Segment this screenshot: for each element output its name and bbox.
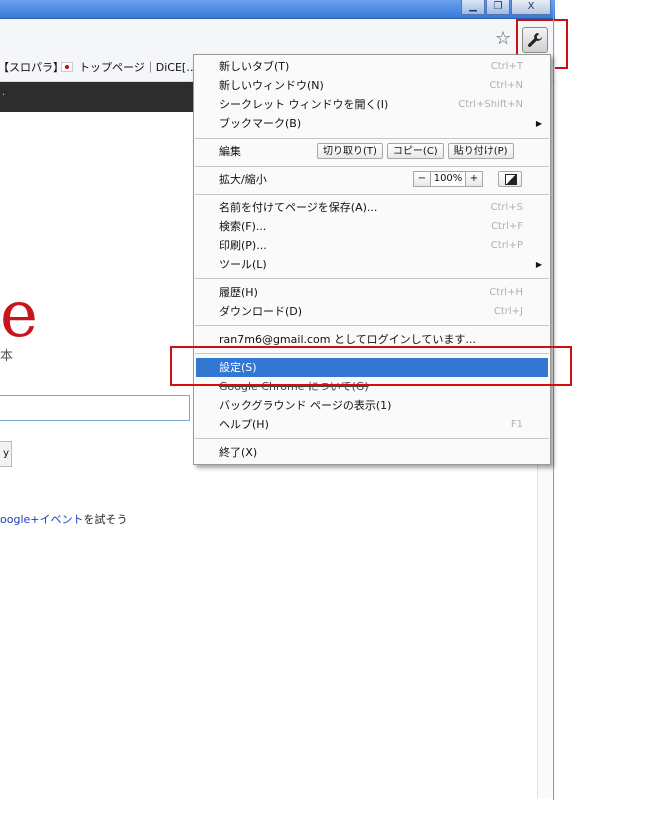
paste-button[interactable]: 貼り付け(P) [447,143,514,159]
menu-item-zoom: 拡大/縮小 − 100% + [194,169,550,191]
menu-item-print[interactable]: 印刷(P)... Ctrl+P [194,236,550,255]
menu-item-label: バックグラウンド ページの表示(1) [219,399,392,412]
menu-item-shortcut: Ctrl+H [489,287,523,298]
menu-item-save-page[interactable]: 名前を付けてページを保存(A)... Ctrl+S [194,198,550,217]
menu-separator [195,166,549,167]
menu-item-label: 新しいタブ(T) [219,60,290,73]
logo-subtitle: 本 [0,349,14,364]
menu-item-shortcut: Ctrl+N [489,80,523,91]
menu-item-background-pages[interactable]: バックグラウンド ページの表示(1) [194,396,550,415]
menu-item-shortcut: Ctrl+Shift+N [458,99,523,110]
page-header-bar: · [0,82,200,112]
menu-separator [195,194,549,195]
zoom-out-button[interactable]: − [413,171,431,187]
menu-item-new-tab[interactable]: 新しいタブ(T) Ctrl+T [194,57,550,76]
window-edge [553,0,554,800]
menu-item-label: シークレット ウィンドウを開く(I) [219,98,389,111]
menu-item-shortcut: F1 [510,419,523,430]
search-button[interactable]: y [0,441,12,467]
promo-link[interactable]: oogle+イベント [0,513,83,526]
menu-item-new-window[interactable]: 新しいウィンドウ(N) Ctrl+N [194,76,550,95]
bookmark-star-icon[interactable]: ☆ [495,28,511,49]
window-title-bar: ▁ ❐ X [0,0,555,19]
menu-item-bookmarks[interactable]: ブックマーク(B) ▶ [194,114,550,133]
menu-item-label: 検索(F)... [219,220,267,233]
close-button[interactable]: X [511,0,551,15]
menu-item-shortcut: Ctrl+P [490,240,523,251]
highlight-settings-annotation [170,346,572,386]
menu-item-label: 新しいウィンドウ(N) [219,79,324,92]
browser-toolbar: ☆ [0,19,555,58]
edit-button-group: 切り取り(T) コピー(C) 貼り付け(P) [317,143,518,159]
menu-item-label: ツール(L) [219,258,267,271]
minimize-button[interactable]: ▁ [461,0,485,15]
menu-item-label: ヘルプ(H) [219,418,269,431]
menu-item-label: ダウンロード(D) [219,305,303,318]
menu-item-shortcut: Ctrl+F [491,221,523,232]
menu-item-downloads[interactable]: ダウンロード(D) Ctrl+J [194,302,550,321]
menu-item-label: 名前を付けてページを保存(A)... [219,201,378,214]
submenu-arrow-icon: ▶ [535,119,542,128]
page-header-marker: · [2,90,6,101]
promo-text: oogle+イベントを試そう [0,511,127,527]
zoom-in-button[interactable]: + [465,171,483,187]
cut-button[interactable]: 切り取り(T) [317,143,383,159]
menu-item-label: 履歴(H) [219,286,258,299]
bookmark-label: トップページ｜DiCE[… [79,61,198,74]
menu-separator [195,278,549,279]
menu-item-label: 拡大/縮小 [219,173,267,186]
menu-item-shortcut: Ctrl+T [490,61,523,72]
menu-item-history[interactable]: 履歴(H) Ctrl+H [194,283,550,302]
menu-item-edit: 編集 切り取り(T) コピー(C) 貼り付け(P) [194,141,550,163]
bookmark-item[interactable]: 【スロパラ】 [0,57,64,79]
menu-item-label: 編集 [219,145,241,158]
zoom-level: 100% [431,171,465,187]
menu-item-shortcut: Ctrl+J [493,306,523,317]
menu-separator [195,325,549,326]
menu-item-label: ブックマーク(B) [219,117,302,130]
menu-item-exit[interactable]: 終了(X) [194,443,550,462]
page-logo: e [0,278,38,352]
menu-item-incognito[interactable]: シークレット ウィンドウを開く(I) Ctrl+Shift+N [194,95,550,114]
bookmark-item[interactable]: トップページ｜DiCE[… [61,57,197,79]
menu-separator [195,438,549,439]
submenu-arrow-icon: ▶ [535,260,542,269]
promo-suffix: を試そう [83,513,128,526]
menu-item-label: 終了(X) [219,446,258,459]
menu-item-help[interactable]: ヘルプ(H) F1 [194,415,550,434]
japan-flag-icon [61,62,73,72]
copy-button[interactable]: コピー(C) [386,143,444,159]
fullscreen-icon[interactable] [498,171,522,187]
restore-button[interactable]: ❐ [486,0,510,15]
window-controls: ▁ ❐ X [460,0,551,15]
search-input[interactable] [0,395,190,421]
menu-item-label: 印刷(P)... [219,239,267,252]
zoom-control: − 100% + [413,171,483,187]
chrome-wrench-menu: 新しいタブ(T) Ctrl+T 新しいウィンドウ(N) Ctrl+N シークレッ… [193,54,551,465]
menu-item-shortcut: Ctrl+S [490,202,523,213]
menu-item-tools[interactable]: ツール(L) ▶ [194,255,550,274]
menu-separator [195,138,549,139]
menu-item-find[interactable]: 検索(F)... Ctrl+F [194,217,550,236]
